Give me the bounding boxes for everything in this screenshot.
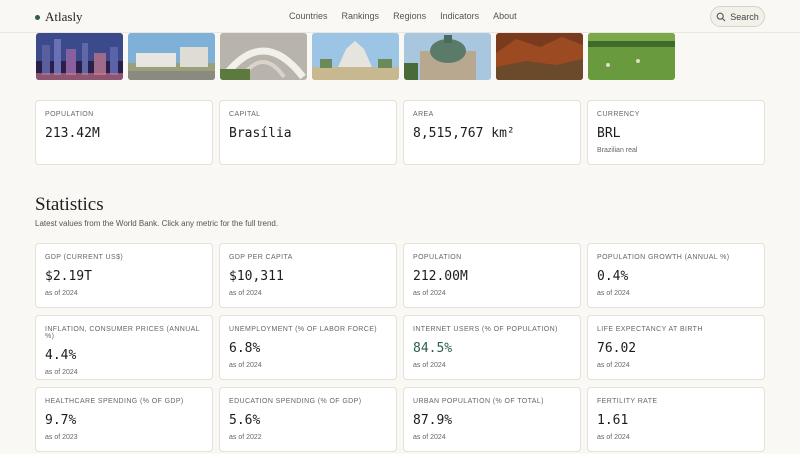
photo-green-pasture[interactable]: [588, 33, 675, 80]
stat-value: 76.02: [597, 341, 637, 356]
stat-label: UNEMPLOYMENT (% OF LABOR FORCE): [229, 326, 378, 333]
card-value: 8,515,767 km²: [413, 126, 515, 141]
stat-label: LIFE EXPECTANCY AT BIRTH: [597, 326, 703, 333]
stat-value: 212.00M: [413, 269, 468, 284]
brand-name: Atlasly: [45, 9, 83, 24]
stat-label: FERTILITY RATE: [597, 398, 658, 405]
stat-card-fertility-rate[interactable]: FERTILITY RATE 1.61 as of 2024: [587, 387, 765, 452]
stat-card-education-spending[interactable]: EDUCATION SPENDING (% OF GDP) 5.6% as of…: [219, 387, 397, 452]
search-icon: [716, 12, 726, 21]
top-nav-bar: Atlasly Countries Rankings Regions Indic…: [0, 0, 800, 33]
stat-date: as of 2024: [45, 369, 78, 376]
card-value: BRL: [597, 126, 621, 141]
stat-value: $10,311: [229, 269, 284, 284]
stat-card-urban-population[interactable]: URBAN POPULATION (% OF TOTAL) 87.9% as o…: [403, 387, 581, 452]
stat-label: URBAN POPULATION (% OF TOTAL): [413, 398, 544, 405]
stat-value: 4.4%: [45, 348, 77, 363]
stat-value: 9.7%: [45, 413, 77, 428]
stat-card-unemployment[interactable]: UNEMPLOYMENT (% OF LABOR FORCE) 6.8% as …: [219, 315, 397, 380]
brand-logo[interactable]: Atlasly: [35, 9, 83, 25]
stat-date: as of 2024: [413, 362, 446, 369]
card-label: CURRENCY: [597, 111, 640, 118]
stat-value: 87.9%: [413, 413, 453, 428]
stat-label: INFLATION, CONSUMER PRICES (ANNUAL %): [45, 326, 200, 340]
search-button[interactable]: Search: [710, 6, 765, 27]
card-label: POPULATION: [45, 111, 94, 118]
stat-value: 84.5%: [413, 341, 453, 356]
nav-about[interactable]: About: [493, 11, 517, 21]
photo-historic-dome-building[interactable]: [404, 33, 491, 80]
stat-date: as of 2024: [229, 290, 262, 297]
stat-date: as of 2024: [45, 290, 78, 297]
stat-card-internet-users[interactable]: INTERNET USERS (% OF POPULATION) 84.5% a…: [403, 315, 581, 380]
stat-label: GDP (CURRENT US$): [45, 254, 124, 261]
stat-value: $2.19T: [45, 269, 92, 284]
card-label: AREA: [413, 111, 434, 118]
stat-card-inflation[interactable]: INFLATION, CONSUMER PRICES (ANNUAL %) 4.…: [35, 315, 213, 380]
stat-date: as of 2022: [229, 434, 262, 441]
stat-card-gdp-per-capita[interactable]: GDP PER CAPITA $10,311 as of 2024: [219, 243, 397, 308]
section-description: Latest values from the World Bank. Click…: [35, 219, 279, 228]
main-nav: Countries Rankings Regions Indicators Ab…: [289, 11, 517, 21]
stat-label: HEALTHCARE SPENDING (% OF GDP): [45, 398, 184, 405]
stat-date: as of 2024: [597, 290, 630, 297]
nav-regions[interactable]: Regions: [393, 11, 426, 21]
photo-city-skyline-night[interactable]: [36, 33, 123, 80]
stat-card-healthcare-spending[interactable]: HEALTHCARE SPENDING (% OF GDP) 9.7% as o…: [35, 387, 213, 452]
stat-date: as of 2024: [597, 362, 630, 369]
card-value: Brasília: [229, 126, 292, 141]
summary-card-capital[interactable]: CAPITAL Brasília: [219, 100, 397, 165]
card-label: CAPITAL: [229, 111, 261, 118]
stat-value: 0.4%: [597, 269, 629, 284]
stat-date: as of 2023: [45, 434, 78, 441]
stat-date: as of 2024: [413, 434, 446, 441]
card-value: 213.42M: [45, 126, 100, 141]
summary-card-currency[interactable]: CURRENCY BRL Brazilian real: [587, 100, 765, 165]
stat-label: POPULATION GROWTH (ANNUAL %): [597, 254, 730, 261]
summary-card-population[interactable]: POPULATION 213.42M: [35, 100, 213, 165]
stat-card-population-growth[interactable]: POPULATION GROWTH (ANNUAL %) 0.4% as of …: [587, 243, 765, 308]
nav-countries[interactable]: Countries: [289, 11, 328, 21]
section-title: Statistics: [35, 194, 104, 215]
nav-rankings[interactable]: Rankings: [342, 11, 380, 21]
brand-dot-icon: [35, 14, 40, 20]
photo-cathedral-plaza[interactable]: [312, 33, 399, 80]
summary-card-area[interactable]: AREA 8,515,767 km²: [403, 100, 581, 165]
photo-modernist-buildings[interactable]: [128, 33, 215, 80]
stat-label: EDUCATION SPENDING (% OF GDP): [229, 398, 362, 405]
stat-date: as of 2024: [597, 434, 630, 441]
stat-card-population[interactable]: POPULATION 212.00M as of 2024: [403, 243, 581, 308]
stat-card-gdp[interactable]: GDP (CURRENT US$) $2.19T as of 2024: [35, 243, 213, 308]
stat-label: POPULATION: [413, 254, 462, 261]
stat-date: as of 2024: [229, 362, 262, 369]
photo-red-rock-cliffs[interactable]: [496, 33, 583, 80]
card-subtext: Brazilian real: [597, 147, 638, 154]
stat-value: 1.61: [597, 413, 629, 428]
photo-gallery: [36, 33, 675, 80]
search-label: Search: [730, 11, 759, 22]
stat-card-life-expectancy[interactable]: LIFE EXPECTANCY AT BIRTH 76.02 as of 202…: [587, 315, 765, 380]
stat-value: 5.6%: [229, 413, 261, 428]
nav-indicators[interactable]: Indicators: [440, 11, 479, 21]
stat-label: INTERNET USERS (% OF POPULATION): [413, 326, 558, 333]
photo-arched-concrete-structure[interactable]: [220, 33, 307, 80]
stat-label: GDP PER CAPITA: [229, 254, 293, 261]
stat-value: 6.8%: [229, 341, 261, 356]
stat-date: as of 2024: [413, 290, 446, 297]
